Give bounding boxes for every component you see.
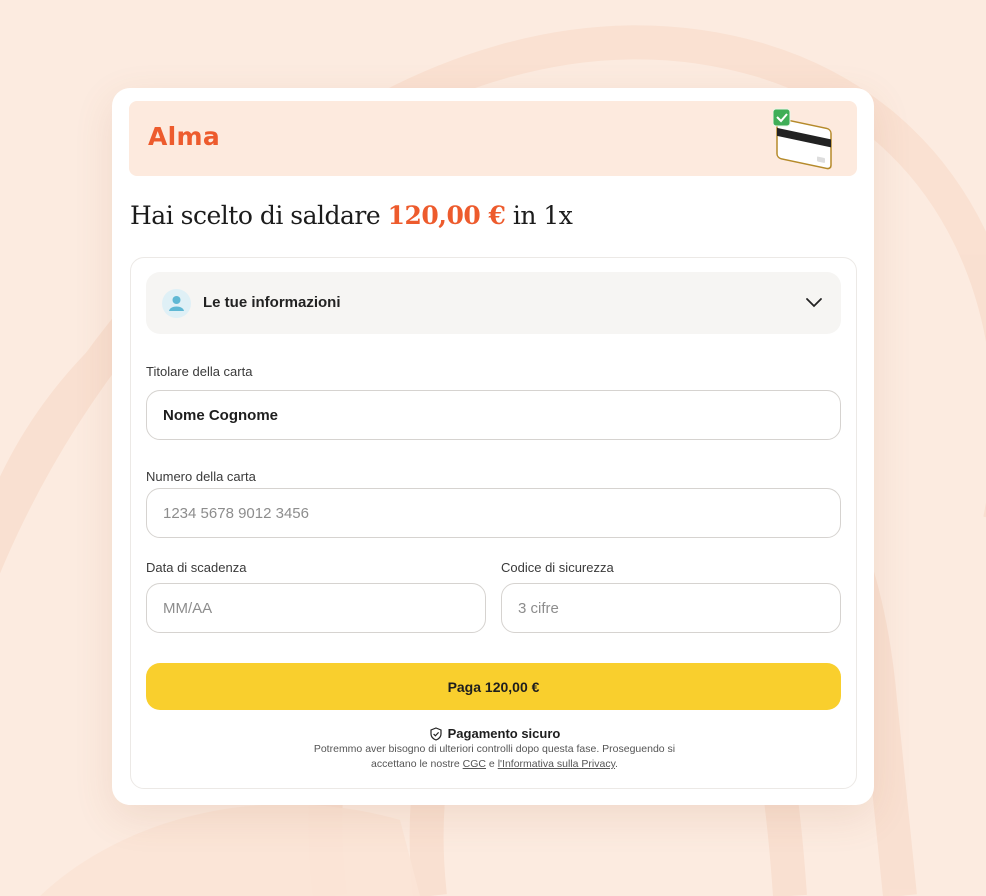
card-number-placeholder: 1234 5678 9012 3456 <box>163 504 309 522</box>
cvv-label: Codice di sicurezza <box>501 560 614 575</box>
header-banner: Alma <box>129 101 857 176</box>
expiry-placeholder: MM/AA <box>163 599 213 617</box>
legal-suffix: . <box>615 758 618 770</box>
title-suffix: in 1x <box>505 201 573 230</box>
title-prefix: Hai scelto di saldare <box>130 201 388 230</box>
cgc-link[interactable]: CGC <box>463 758 486 770</box>
secure-payment: Pagamento sicuro <box>131 726 858 741</box>
page-title: Hai scelto di saldare 120,00 € in 1x <box>130 201 573 230</box>
expiry-input[interactable]: MM/AA <box>146 583 486 633</box>
cvv-placeholder: 3 cifre <box>518 599 559 617</box>
chevron-down-icon[interactable] <box>805 295 823 309</box>
cvv-input[interactable]: 3 cifre <box>501 583 841 633</box>
privacy-link[interactable]: l'Informativa sulla Privacy <box>498 758 615 770</box>
legal-text: Potremmo aver bisogno di ulteriori contr… <box>251 742 738 772</box>
alma-logo: Alma <box>148 122 221 151</box>
cardholder-input[interactable]: Nome Cognome <box>146 390 841 440</box>
shield-check-icon <box>430 726 442 741</box>
credit-card-illustration-icon <box>773 108 832 170</box>
legal-and: e <box>486 758 498 770</box>
pay-button[interactable]: Paga 120,00 € <box>146 663 841 710</box>
user-icon <box>162 289 191 318</box>
your-info-label: Le tue informazioni <box>203 294 341 311</box>
legal-line-1: Potremmo aver bisogno di ulteriori contr… <box>313 743 676 755</box>
legal-prefix: accettano le nostre <box>371 758 463 770</box>
payment-card: Alma Hai scelto di saldare 120,00 € in 1… <box>112 88 874 805</box>
cardholder-label: Titolare della carta <box>146 364 253 379</box>
card-number-label: Numero della carta <box>146 469 256 484</box>
payment-form: Le tue informazioni Titolare della carta… <box>130 257 857 789</box>
expiry-label: Data di scadenza <box>146 560 247 575</box>
secure-payment-label: Pagamento sicuro <box>447 726 561 741</box>
title-amount: 120,00 € <box>387 201 506 230</box>
your-info-accordion[interactable]: Le tue informazioni <box>146 272 841 334</box>
card-number-input[interactable]: 1234 5678 9012 3456 <box>146 488 841 538</box>
